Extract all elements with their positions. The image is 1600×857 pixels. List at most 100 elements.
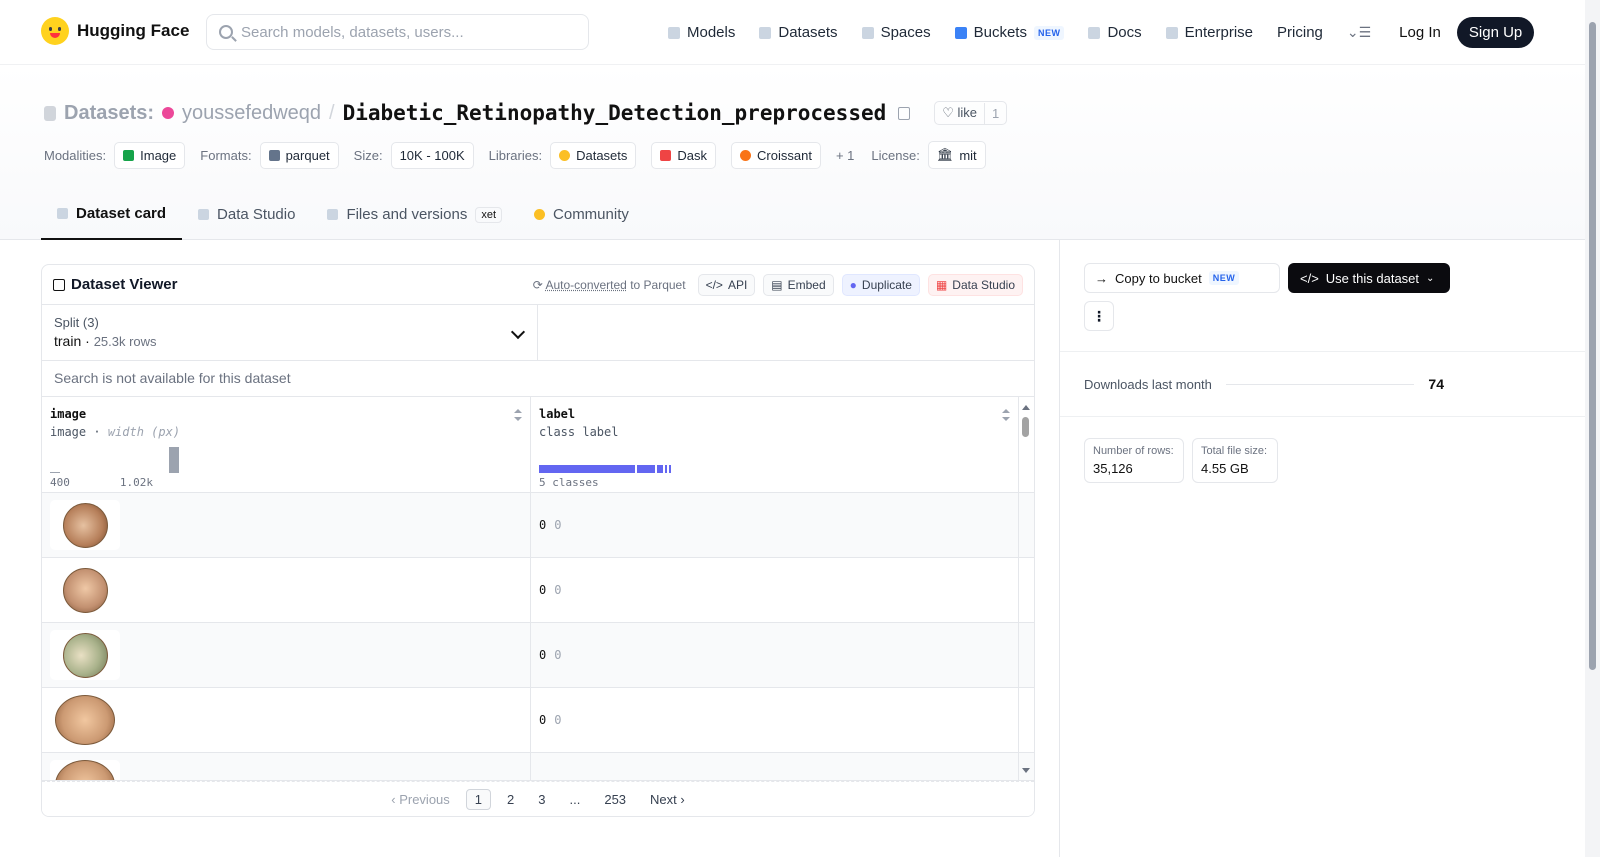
- image-thumbnail[interactable]: [50, 565, 120, 615]
- table-row[interactable]: 00: [42, 623, 1034, 688]
- image-cell[interactable]: [42, 493, 531, 557]
- label-value: 0: [539, 713, 547, 727]
- database-icon: [759, 26, 772, 39]
- table-row[interactable]: 00: [42, 688, 1034, 753]
- image-thumbnail[interactable]: [50, 630, 120, 680]
- table-row[interactable]: 00: [42, 558, 1034, 623]
- library-tag-croissant[interactable]: Croissant: [731, 141, 821, 169]
- scroll-up-icon[interactable]: [1022, 405, 1030, 410]
- library-text: Croissant: [757, 147, 812, 163]
- nav-enterprise[interactable]: Enterprise: [1165, 24, 1253, 41]
- image-thumbnail[interactable]: [50, 500, 120, 550]
- tab-community[interactable]: Community: [518, 189, 645, 240]
- split-value: train · 25.3k rows: [54, 333, 157, 349]
- page-button[interactable]: 2: [499, 790, 522, 809]
- split-selector[interactable]: Split (3) train · 25.3k rows: [42, 305, 538, 360]
- tab-dataset-card[interactable]: Dataset card: [41, 189, 183, 240]
- column-header-label[interactable]: label class label 5 classes: [531, 397, 1019, 492]
- sort-icon[interactable]: [514, 409, 522, 421]
- more-options-button[interactable]: ⋮: [1084, 301, 1114, 331]
- label-cell[interactable]: 00: [531, 688, 1019, 752]
- menu-icon[interactable]: ⌄☰: [1347, 24, 1371, 41]
- nav-models[interactable]: Models: [668, 24, 735, 41]
- image-thumbnail[interactable]: [50, 760, 120, 780]
- nav-docs[interactable]: Docs: [1088, 24, 1142, 41]
- signup-button[interactable]: Sign Up: [1456, 17, 1535, 48]
- size-tag[interactable]: 10K - 100K: [390, 141, 474, 169]
- dataset-header: Datasets: youssefedweqd / Diabetic_Retin…: [0, 65, 1585, 240]
- nav-pricing[interactable]: Pricing: [1277, 24, 1323, 41]
- page-scrollbar[interactable]: [1585, 0, 1600, 857]
- auto-converted-link[interactable]: Auto-converted: [545, 278, 626, 292]
- image-thumbnail[interactable]: [50, 695, 120, 745]
- arrow-right-icon: →: [1095, 270, 1108, 286]
- table-row[interactable]: 00: [42, 493, 1034, 558]
- label-class: 0: [554, 713, 562, 727]
- pagination: ‹ Previous 1 2 3 ... 253 Next ›: [42, 781, 1034, 816]
- dask-icon: [660, 149, 672, 161]
- nav-spaces[interactable]: Spaces: [861, 24, 931, 41]
- tab-files-and-versions[interactable]: Files and versions xet: [311, 189, 518, 240]
- duplicate-button[interactable]: ● Duplicate: [841, 273, 920, 296]
- nav-buckets[interactable]: Buckets NEW: [954, 24, 1065, 41]
- page-button[interactable]: 253: [596, 790, 634, 809]
- scroll-thumb[interactable]: [1022, 417, 1029, 437]
- libraries-label: Libraries:: [488, 147, 543, 163]
- sort-icon[interactable]: [1002, 409, 1010, 421]
- label-cell[interactable]: 00: [531, 558, 1019, 622]
- tab-data-studio[interactable]: Data Studio: [182, 189, 311, 240]
- modalities-label: Modalities:: [44, 147, 107, 163]
- owner-link[interactable]: youssefedweqd: [182, 102, 321, 125]
- like-button[interactable]: ♡ like 1: [934, 101, 1008, 125]
- divider: [1060, 416, 1586, 417]
- image-cell[interactable]: [42, 558, 531, 622]
- dataset-name[interactable]: Diabetic_Retinopathy_Detection_preproces…: [343, 101, 887, 125]
- section-label: Datasets:: [64, 101, 155, 124]
- search-input[interactable]: Search models, datasets, users...: [206, 14, 589, 50]
- files-icon: [327, 209, 339, 220]
- format-tag[interactable]: parquet: [259, 141, 339, 169]
- image-cell[interactable]: [42, 753, 531, 780]
- api-button[interactable]: </> API: [697, 273, 756, 296]
- label-cell[interactable]: 00: [531, 623, 1019, 687]
- database-icon: [44, 105, 56, 121]
- table-row-partial[interactable]: [42, 753, 1034, 781]
- previous-page-button[interactable]: ‹ Previous: [383, 790, 458, 809]
- label-cell[interactable]: 00: [531, 493, 1019, 557]
- image-cell[interactable]: [42, 623, 531, 687]
- page-scroll-thumb[interactable]: [1589, 22, 1596, 670]
- image-cell[interactable]: [42, 688, 531, 752]
- page-button[interactable]: 1: [465, 788, 492, 810]
- use-dataset-button[interactable]: </> Use this dataset ⌄: [1288, 263, 1450, 293]
- viewer-title: Dataset Viewer: [53, 276, 177, 293]
- path-separator: /: [329, 101, 335, 124]
- tab-label: Community: [553, 206, 629, 223]
- nav-buckets-label: Buckets: [973, 24, 1027, 41]
- data-studio-button[interactable]: ▦ Data Studio: [927, 273, 1023, 296]
- next-page-button[interactable]: Next ›: [642, 790, 693, 809]
- copy-icon[interactable]: [898, 106, 911, 120]
- cube-icon: [668, 26, 680, 39]
- login-link[interactable]: Log In: [1399, 24, 1441, 41]
- xet-badge: xet: [475, 206, 503, 223]
- embed-button[interactable]: ▤ Embed: [763, 273, 834, 296]
- rows-value: 35,126: [1093, 461, 1133, 476]
- label-cell[interactable]: [531, 753, 1019, 780]
- copy-to-bucket-button[interactable]: → Copy to bucket NEW: [1084, 263, 1280, 293]
- right-sidebar: → Copy to bucket NEW </> Use this datase…: [1059, 240, 1586, 857]
- dataset-viewer: Dataset Viewer ⟳ Auto-converted to Parqu…: [41, 264, 1035, 817]
- table-scrollbar[interactable]: [1018, 401, 1034, 777]
- library-tag-dask[interactable]: Dask: [651, 141, 717, 169]
- column-header-image[interactable]: image image · width (px) 400 1.02k: [42, 397, 531, 492]
- nav-datasets[interactable]: Datasets: [759, 24, 838, 41]
- column-type: class label: [539, 425, 619, 439]
- license-tag[interactable]: 🏛 mit: [927, 141, 986, 169]
- tags-row: Modalities: Image Formats: parquet Size:…: [44, 141, 994, 169]
- brand[interactable]: Hugging Face: [41, 17, 189, 45]
- page-button[interactable]: 3: [530, 790, 553, 809]
- libraries-more[interactable]: + 1: [836, 148, 854, 163]
- modality-tag[interactable]: Image: [114, 141, 186, 169]
- downloads-value: 74: [1428, 376, 1444, 392]
- library-tag-datasets[interactable]: Datasets: [550, 141, 637, 169]
- scroll-down-icon[interactable]: [1022, 768, 1030, 773]
